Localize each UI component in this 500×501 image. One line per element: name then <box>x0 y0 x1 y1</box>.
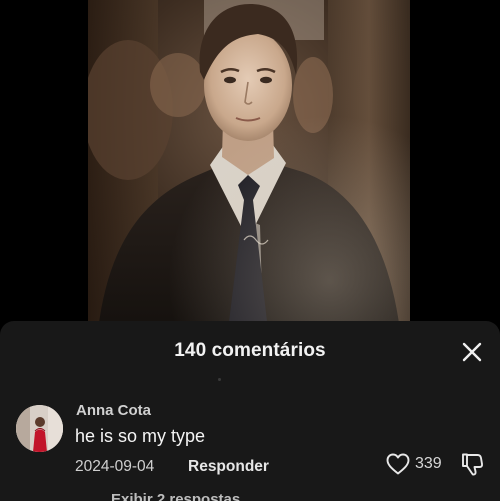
close-button[interactable] <box>458 338 486 366</box>
comments-count-title: 140 comentários <box>174 340 326 361</box>
like-button[interactable]: 339 <box>386 451 442 477</box>
comment-date: 2024-09-04 <box>75 458 155 475</box>
comment-author[interactable]: Anna Cota <box>76 402 151 419</box>
divider-dot <box>218 378 221 381</box>
close-icon <box>462 342 482 362</box>
screen: 140 comentários Anna Cota he is so my ty… <box>0 0 500 501</box>
comments-sheet: 140 comentários Anna Cota he is so my ty… <box>0 321 500 501</box>
comment-item[interactable]: Anna Cota he is so my type 2024-09-04 Re… <box>0 393 500 483</box>
video-player[interactable] <box>88 0 410 330</box>
view-replies-button[interactable]: Exibir 2 respostas <box>111 491 240 501</box>
heart-outline-icon <box>386 453 410 475</box>
comment-text: he is so my type <box>75 426 206 446</box>
avatar-image <box>16 405 63 452</box>
avatar[interactable] <box>16 405 63 452</box>
dislike-button[interactable] <box>459 451 485 477</box>
like-count: 339 <box>415 455 442 472</box>
thumbs-down-icon <box>462 453 484 476</box>
reply-button[interactable]: Responder <box>188 458 269 476</box>
video-still-image <box>88 0 410 330</box>
